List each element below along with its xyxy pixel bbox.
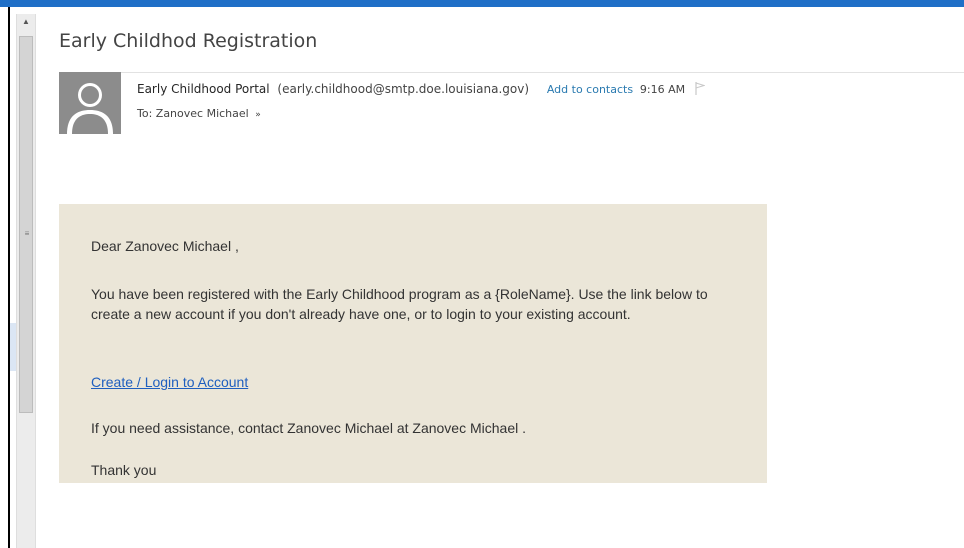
person-silhouette-icon xyxy=(59,72,121,134)
create-login-link[interactable]: Create / Login to Account xyxy=(91,372,248,392)
email-subject: Early Childhod Registration xyxy=(59,30,318,52)
scroll-thumb[interactable]: ≡ xyxy=(19,36,33,413)
sender-email: (early.childhood@smtp.doe.louisiana.gov) xyxy=(277,82,530,96)
add-to-contacts-link[interactable]: Add to contacts xyxy=(547,83,633,96)
vertical-scrollbar[interactable]: ▲ ≡ xyxy=(16,14,36,548)
header-divider xyxy=(59,72,964,73)
flag-icon[interactable] xyxy=(695,82,706,98)
recipient-text: To: Zanovec Michael xyxy=(137,107,249,120)
window-left-border xyxy=(8,7,10,548)
email-reading-pane: ▲ ≡ Early Childhod Registration Early Ch… xyxy=(0,0,964,548)
sent-time: 9:16 AM xyxy=(639,83,686,96)
scroll-grip-icon: ≡ xyxy=(24,229,30,238)
body-closing: Thank you xyxy=(91,462,157,478)
sender-line: Early Childhood Portal (early.childhood@… xyxy=(137,82,706,98)
body-greeting: Dear Zanovec Michael , xyxy=(91,238,239,254)
selection-marker xyxy=(10,323,16,371)
scroll-up-arrow-icon[interactable]: ▲ xyxy=(20,17,32,27)
recipient-line: To: Zanovec Michael » xyxy=(137,107,261,120)
sender-name[interactable]: Early Childhood Portal xyxy=(137,82,270,96)
expand-recipients-icon[interactable]: » xyxy=(255,110,261,120)
body-assistance: If you need assistance, contact Zanovec … xyxy=(91,420,527,436)
top-accent-bar xyxy=(0,0,964,7)
body-paragraph: You have been registered with the Early … xyxy=(91,286,708,322)
